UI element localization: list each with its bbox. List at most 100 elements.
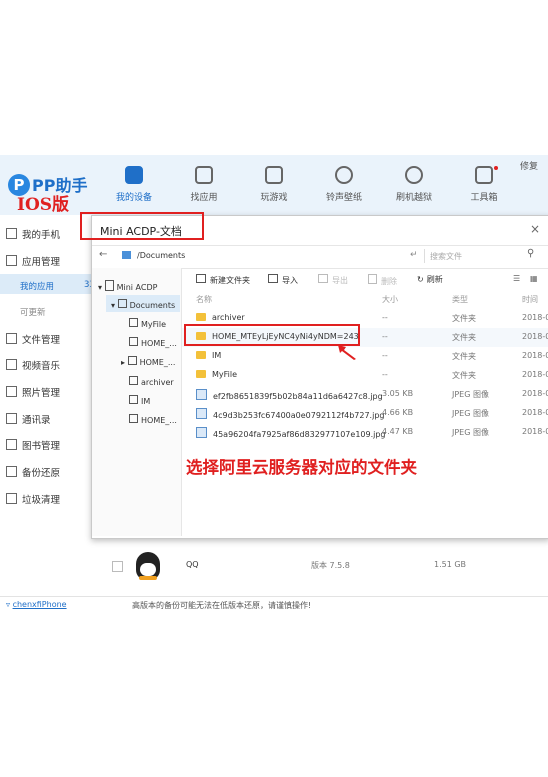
notification-dot	[494, 166, 498, 170]
file-size: --	[382, 332, 388, 341]
instruction-annotation: 选择阿里云服务器对应的文件夹	[186, 458, 417, 477]
sidebar-item-files[interactable]: 文件管理	[6, 332, 98, 346]
close-icon[interactable]: ×	[530, 222, 540, 236]
image-file-icon	[196, 389, 207, 400]
tree-item[interactable]: HOME_...	[129, 414, 177, 425]
app-name: QQ	[186, 560, 199, 569]
book-icon	[6, 439, 17, 450]
sidebar-item-app-manage[interactable]: 应用管理	[6, 254, 98, 268]
row-checkbox[interactable]	[112, 561, 123, 572]
file-type: 文件夹	[452, 314, 476, 323]
refresh-icon	[405, 166, 423, 184]
file-name-text: 45a96204fa7925af86d832977107e109.jpg	[213, 430, 386, 439]
nav-ringtone-wallpaper[interactable]: 铃声壁纸	[314, 166, 374, 203]
nav-my-device[interactable]: 我的设备	[104, 166, 164, 203]
folder-icon	[127, 356, 137, 365]
column-header-time[interactable]: 时间	[522, 294, 538, 305]
status-message: 高版本的备份可能无法在低版本还原，请谨慎操作!	[132, 601, 312, 610]
sidebar-item-label: 照片管理	[22, 388, 61, 399]
file-time: 2018-0	[522, 313, 548, 322]
search-icon[interactable]: ⚲	[527, 248, 534, 259]
file-name: 4c9d3b253fc67400a0e0792112f4b727.jpg	[196, 408, 384, 420]
phone-icon	[125, 166, 143, 184]
sidebar-item-label: 备份还原	[22, 468, 61, 479]
folder-icon	[196, 370, 206, 378]
new-folder-button[interactable]: 新建文件夹	[196, 274, 250, 286]
list-view-icon[interactable]: ☰	[513, 274, 520, 283]
folder-icon	[129, 376, 138, 385]
app-list-row[interactable]: QQ 版本 7.5.8 1.51 GB	[92, 548, 548, 586]
tree-item[interactable]: archiver	[129, 376, 174, 387]
tree-root[interactable]: ▾ Mini ACDP	[98, 280, 157, 292]
toolbar-label: 刷新	[426, 275, 443, 284]
file-type: JPEG 图像	[452, 428, 489, 437]
table-row[interactable]: IM -- 文件夹 2018-0	[182, 347, 548, 366]
sidebar-item-backup[interactable]: 备份还原	[6, 465, 98, 479]
current-path[interactable]: /Documents	[137, 251, 185, 260]
repair-link[interactable]: 修复	[520, 159, 538, 172]
refresh-button[interactable]: ↻ 刷新	[417, 274, 443, 285]
tree-item-documents[interactable]: ▾ Documents	[111, 299, 175, 310]
column-header-name[interactable]: 名称	[196, 294, 212, 305]
file-name: ef2fb8651839f5b02b84a11d6a6427c8.jpg	[196, 389, 383, 401]
nav-games[interactable]: 玩游戏	[244, 166, 304, 203]
file-type: 文件夹	[452, 333, 476, 342]
toolbar-label: 导入	[282, 276, 298, 285]
sidebar-item-cleanup[interactable]: 垃圾清理	[6, 492, 98, 506]
import-button[interactable]: 导入	[268, 274, 298, 286]
toolbar-label: 删除	[381, 277, 397, 286]
tree-label: Documents	[129, 301, 176, 310]
file-size: 3.05 KB	[382, 389, 414, 398]
new-folder-icon	[196, 274, 206, 283]
tree-label: Mini ACDP	[116, 283, 158, 292]
trash-icon	[368, 274, 377, 284]
file-name-text: archiver	[212, 313, 245, 322]
back-arrow-icon[interactable]: ←	[99, 249, 107, 260]
tree-label: HOME_...	[141, 416, 177, 425]
export-button[interactable]: 导出	[318, 274, 348, 286]
file-name-text: MyFile	[212, 370, 238, 379]
tree-item[interactable]: MyFile	[129, 318, 166, 329]
folder-icon	[129, 395, 138, 404]
app-size: 1.51 GB	[434, 560, 467, 569]
tree-item[interactable]: IM	[129, 395, 150, 406]
qq-penguin-icon	[136, 552, 160, 580]
red-arrow-icon	[338, 345, 356, 360]
table-row[interactable]: ef2fb8651839f5b02b84a11d6a6427c8.jpg 3.0…	[182, 385, 548, 404]
file-name: MyFile	[196, 370, 237, 379]
sidebar-item-contacts[interactable]: 通讯录	[6, 412, 98, 426]
delete-button[interactable]: 删除	[368, 274, 397, 287]
backup-icon	[6, 466, 17, 477]
sidebar-item-label: 应用管理	[22, 257, 61, 268]
sidebar-item-video-music[interactable]: 视频音乐	[6, 358, 98, 372]
sidebar-item-books[interactable]: 图书管理	[6, 438, 98, 452]
sidebar-item-photos[interactable]: 照片管理	[6, 385, 98, 399]
table-row[interactable]: 45a96204fa7925af86d832977107e109.jpg 4.4…	[182, 423, 548, 442]
nav-find-apps[interactable]: 找应用	[174, 166, 234, 203]
divider	[424, 249, 425, 263]
apps-icon	[6, 255, 17, 266]
nav-label: 玩游戏	[260, 193, 288, 203]
table-row[interactable]: 4c9d3b253fc67400a0e0792112f4b727.jpg 4.6…	[182, 404, 548, 423]
sidebar-item-label: 文件管理	[22, 335, 61, 346]
tree-item[interactable]: ▸ HOME_...	[121, 356, 175, 367]
device-name[interactable]: ▿ chenxfiPhone	[6, 600, 67, 609]
nav-flash-jailbreak[interactable]: 刷机越狱	[384, 166, 444, 203]
table-row[interactable]: MyFile -- 文件夹 2018-0	[182, 366, 548, 385]
grid-view-icon[interactable]: ▦	[530, 274, 538, 283]
status-bar: ▿ chenxfiPhone 高版本的备份可能无法在低版本还原，请谨慎操作!	[0, 596, 548, 615]
search-input[interactable]: 搜索文件	[430, 251, 462, 262]
file-time: 2018-0	[522, 332, 548, 341]
file-size: --	[382, 370, 388, 379]
nav-toolbox[interactable]: 工具箱	[454, 166, 514, 203]
file-size: 4.66 KB	[382, 408, 414, 417]
folder-icon	[6, 333, 17, 344]
column-header-type[interactable]: 类型	[452, 294, 468, 305]
file-size: 4.47 KB	[382, 427, 414, 436]
file-size: --	[382, 351, 388, 360]
enter-arrow-icon[interactable]: ↵	[410, 250, 418, 260]
nav-label: 刷机越狱	[395, 193, 432, 203]
tree-item[interactable]: HOME_...	[129, 337, 177, 348]
column-header-size[interactable]: 大小	[382, 294, 398, 305]
file-type: JPEG 图像	[452, 390, 489, 399]
